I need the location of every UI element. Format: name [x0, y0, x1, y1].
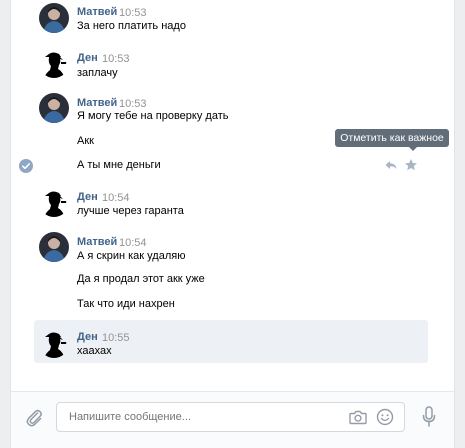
reply-icon[interactable] [384, 158, 398, 172]
avatar[interactable] [39, 3, 69, 33]
paperclip-icon[interactable] [25, 407, 43, 427]
message-time[interactable]: 10:55 [102, 332, 130, 344]
message-text: заплачу [77, 67, 118, 79]
message-input[interactable] [69, 411, 339, 423]
message-text: Да я продал этот акк уже [77, 273, 205, 285]
message-text: Акк [77, 135, 94, 147]
message-input-box[interactable] [56, 402, 405, 432]
message-time[interactable]: 10:53 [119, 98, 147, 110]
avatar[interactable] [39, 187, 69, 217]
message-text: хаахах [77, 345, 112, 357]
tooltip: Отметить как важное [335, 129, 449, 147]
tooltip-arrow [409, 147, 417, 151]
message-author[interactable]: Матвей [77, 236, 117, 248]
message-composer [11, 391, 454, 448]
selected-check-icon[interactable] [19, 159, 33, 173]
emoji-icon[interactable] [376, 408, 394, 426]
avatar[interactable] [39, 93, 69, 123]
avatar[interactable] [39, 232, 69, 262]
message-text: Я могу тебе на проверку дать [77, 110, 229, 122]
message-author[interactable]: Ден [77, 191, 98, 203]
avatar[interactable] [39, 328, 69, 358]
message-author[interactable]: Матвей [77, 97, 117, 109]
message-time[interactable]: 10:54 [119, 237, 147, 249]
message-author[interactable]: Ден [77, 331, 98, 343]
message-time[interactable]: 10:53 [119, 7, 147, 19]
message-text: За него платить надо [77, 20, 186, 32]
message-time[interactable]: 10:53 [102, 53, 130, 65]
star-icon[interactable] [404, 158, 418, 172]
chat-history: Матвей 10:53 За него платить надо Ден 10… [10, 0, 455, 448]
message-author[interactable]: Матвей [77, 6, 117, 18]
microphone-icon[interactable] [422, 406, 436, 428]
message-text: Так что иди нахрен [77, 298, 175, 310]
message-time[interactable]: 10:54 [102, 192, 130, 204]
avatar[interactable] [39, 48, 69, 78]
message-text: А я скрин как удаляю [77, 250, 186, 262]
camera-icon[interactable] [349, 409, 367, 425]
message-author[interactable]: Ден [77, 52, 98, 64]
message-text: А ты мне деньги [77, 159, 161, 171]
message-text: лучше через гаранта [77, 205, 184, 217]
